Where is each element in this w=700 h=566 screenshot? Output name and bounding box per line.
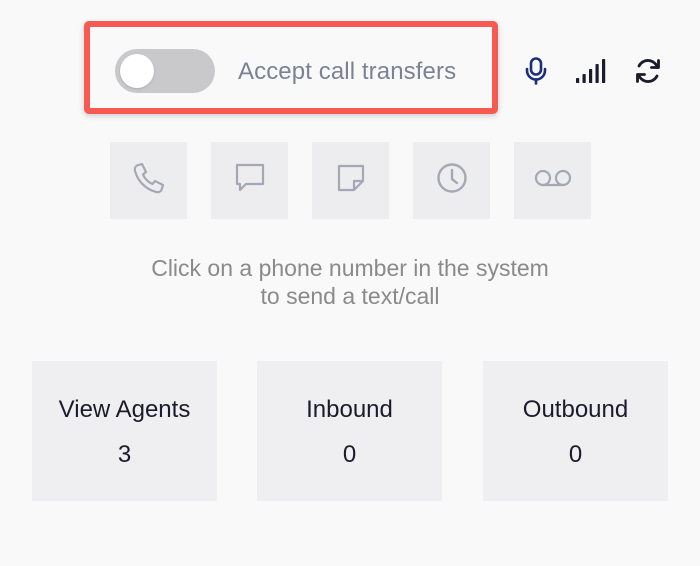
softphone-panel: Accept call transfers Click on a phone n…: [0, 0, 700, 566]
stat-label: View Agents: [58, 396, 191, 423]
stat-value: 0: [342, 441, 357, 468]
accept-call-transfers-toggle[interactable]: [115, 49, 215, 93]
chat-icon: [233, 161, 267, 200]
signal-strength-icon[interactable]: [575, 55, 607, 87]
microphone-icon[interactable]: [520, 55, 552, 87]
hint-line-1: Click on a phone number in the system: [151, 255, 549, 281]
stat-value: 0: [568, 441, 583, 468]
voicemail-icon: [533, 166, 573, 195]
voicemail-action-button[interactable]: [514, 142, 591, 219]
phone-number-hint: Click on a phone number in the system to…: [100, 254, 600, 310]
note-action-button[interactable]: [312, 142, 389, 219]
history-action-button[interactable]: [413, 142, 490, 219]
call-transfer-toggle-group: Accept call transfers: [84, 21, 498, 114]
call-action-button[interactable]: [110, 142, 187, 219]
outbound-card[interactable]: Outbound 0: [483, 361, 668, 501]
view-agents-card[interactable]: View Agents 3: [32, 361, 217, 501]
hint-line-2: to send a text/call: [260, 283, 440, 309]
stat-label: Inbound: [306, 396, 393, 423]
stat-value: 3: [117, 441, 132, 468]
note-icon: [334, 161, 368, 200]
toggle-knob: [120, 54, 154, 88]
accept-call-transfers-label: Accept call transfers: [238, 58, 457, 85]
inbound-card[interactable]: Inbound 0: [257, 361, 442, 501]
phone-icon: [132, 161, 166, 200]
stat-label: Outbound: [522, 396, 629, 423]
message-action-button[interactable]: [211, 142, 288, 219]
refresh-icon[interactable]: [632, 55, 664, 87]
clock-icon: [435, 161, 469, 200]
